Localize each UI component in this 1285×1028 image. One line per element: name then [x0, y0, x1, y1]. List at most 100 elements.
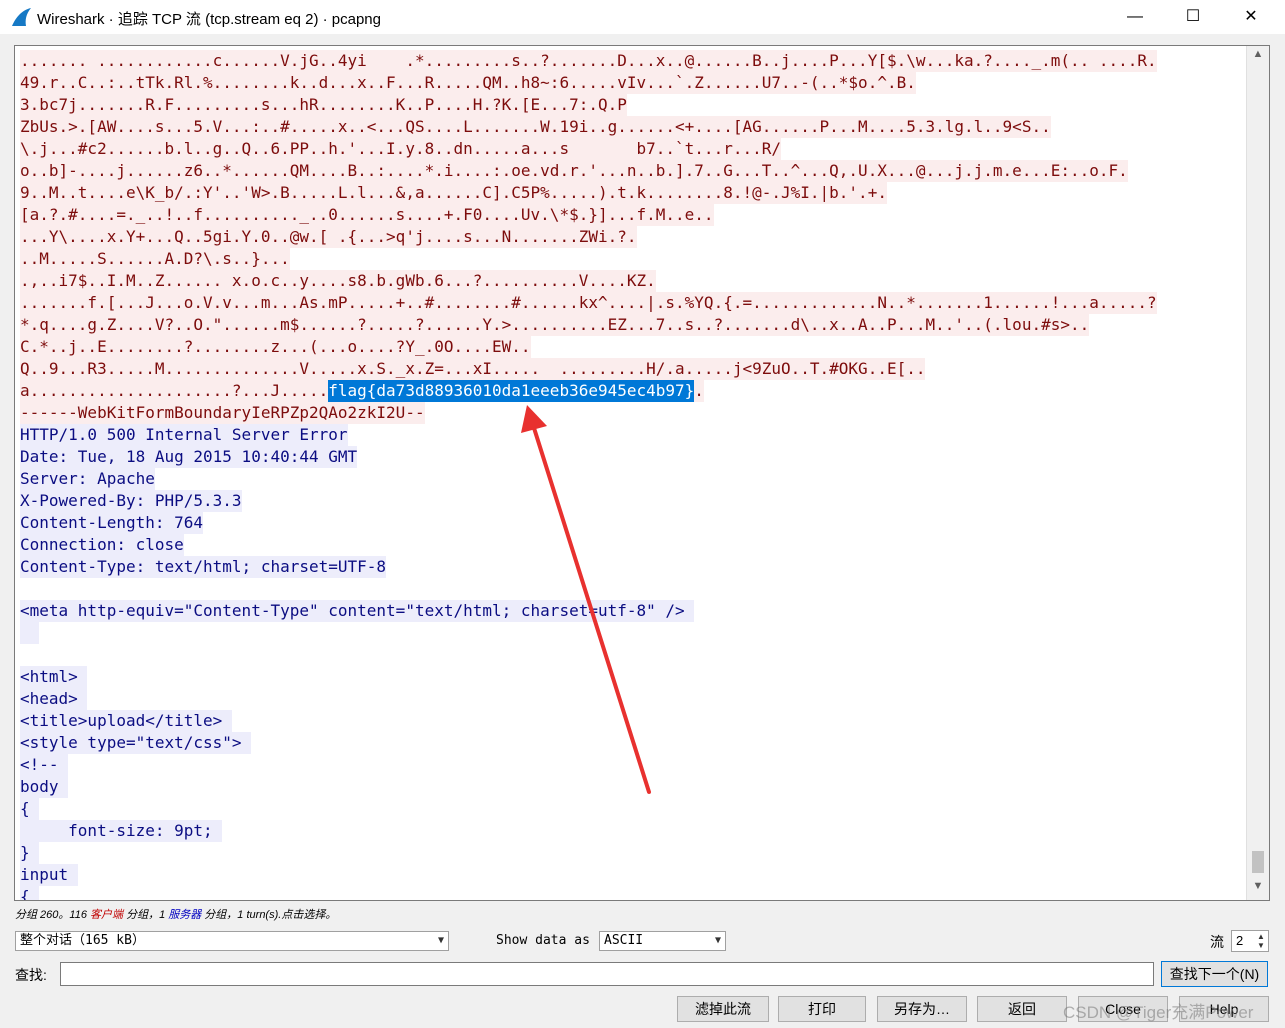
close-window-button[interactable]: ✕	[1222, 0, 1280, 34]
chevron-down-icon: ▼	[437, 935, 444, 946]
stream-line: font-size: 9pt;	[20, 820, 1242, 842]
stream-line: [a.?.#....=._..!..f.........._..0......s…	[20, 204, 1242, 226]
client-data: 9..M..t....e\K_b/.:Y'..'W>.B.....L.l...&…	[20, 182, 887, 204]
server-data: Date: Tue, 18 Aug 2015 10:40:44 GMT	[20, 446, 358, 468]
stream-line: Date: Tue, 18 Aug 2015 10:40:44 GMT	[20, 446, 1242, 468]
client-data: Q..9...R3.....M..............V.....x.S._…	[20, 358, 926, 380]
stream-line: .,..i7$..I.M..Z...... x.o.c..y....s8.b.g…	[20, 270, 1242, 292]
stream-line: {	[20, 886, 1242, 900]
stream-line: {	[20, 798, 1242, 820]
wireshark-fin-icon	[12, 8, 31, 26]
packet-status-text: 分组 260。116 客户端 分组，1 服务器 分组，1 turn(s).点击选…	[15, 906, 336, 922]
server-data: Connection: close	[20, 534, 184, 556]
stream-line: input	[20, 864, 1242, 886]
client-data: 49.r..C..:..tTk.Rl.%........k..d...x..F.…	[20, 72, 916, 94]
scrollbar-thumb[interactable]	[1252, 851, 1264, 873]
stream-line: ....... ............c......V.jG..4yi .*.…	[20, 50, 1242, 72]
server-data: HTTP/1.0 500 Internal Server Error	[20, 424, 348, 446]
stream-line: X-Powered-By: PHP/5.3.3	[20, 490, 1242, 512]
stream-line: HTTP/1.0 500 Internal Server Error	[20, 424, 1242, 446]
save-as-button[interactable]: 另存为…	[877, 996, 967, 1022]
status-part3: 分组，1 turn(s).点击选择。	[201, 909, 337, 921]
stream-line: 49.r..C..:..tTk.Rl.%........k..d...x..F.…	[20, 72, 1242, 94]
stream-line: Content-Length: 764	[20, 512, 1242, 534]
data-format-select[interactable]: ASCII ▼	[599, 931, 726, 951]
chevron-down-icon: ▼	[714, 935, 721, 946]
status-server: 服务器	[168, 909, 202, 921]
client-data: [a.?.#....=._..!..f.........._..0......s…	[20, 204, 714, 226]
server-data	[20, 622, 40, 644]
server-data: Server: Apache	[20, 468, 155, 490]
title-bar: Wireshark · 追踪 TCP 流 (tcp.stream eq 2) ·…	[0, 0, 1285, 34]
scroll-up-arrow-icon[interactable]: ▲	[1247, 48, 1269, 66]
stream-number-value: 2	[1236, 933, 1244, 948]
client-data: ....... ............c......V.jG..4yi .*.…	[20, 50, 1157, 72]
vertical-scrollbar[interactable]: ▲ ▼	[1246, 46, 1269, 900]
server-data: Content-Type: text/html; charset=UTF-8	[20, 556, 387, 578]
stream-line: o..b]-....j......z6..*......QM....B..:..…	[20, 160, 1242, 182]
status-part1: 分组 260。116	[15, 909, 91, 921]
server-data: {	[20, 886, 40, 900]
stream-line: ...Y\....x.Y+...Q..5gi.Y.0..@w.[ .{...>q…	[20, 226, 1242, 248]
conversation-select[interactable]: 整个对话（165 kB） ▼	[15, 931, 449, 951]
flag-selection: flag{da73d88936010da1eeeb36e945ec4b97}	[328, 380, 695, 402]
server-data: body	[20, 776, 69, 798]
stream-line: \.j...#c2......b.l..g..Q..6.PP..h.'...I.…	[20, 138, 1242, 160]
spin-down-icon[interactable]: ▼	[1255, 941, 1267, 950]
server-data: input	[20, 864, 78, 886]
minimize-button[interactable]: —	[1106, 0, 1164, 34]
stream-line: <style type="text/css">	[20, 732, 1242, 754]
stream-line: ------WebKitFormBoundaryIeRPZp2QAo2zkI2U…	[20, 402, 1242, 424]
server-data: Content-Length: 764	[20, 512, 204, 534]
stream-line: Connection: close	[20, 534, 1242, 556]
client-data: ..M.....S......A.D?\.s..}...	[20, 248, 290, 270]
back-button[interactable]: 返回	[977, 996, 1067, 1022]
format-value: ASCII	[604, 933, 644, 948]
server-data: font-size: 9pt;	[20, 820, 223, 842]
server-data: <meta http-equiv="Content-Type" content=…	[20, 600, 695, 622]
client-data: a.....................?...J.....	[20, 380, 329, 402]
client-data: ------WebKitFormBoundaryIeRPZp2QAo2zkI2U…	[20, 402, 425, 424]
stream-line	[20, 622, 1242, 644]
stream-line	[20, 644, 1242, 666]
server-data: <html>	[20, 666, 88, 688]
client-data: \.j...#c2......b.l..g..Q..6.PP..h.'...I.…	[20, 138, 781, 160]
server-data: <style type="text/css">	[20, 732, 252, 754]
find-input[interactable]	[60, 962, 1154, 986]
stream-line: Server: Apache	[20, 468, 1242, 490]
stream-line: Q..9...R3.....M..............V.....x.S._…	[20, 358, 1242, 380]
client-data: ZbUs.>.[AW....s...5.V...:..#.....x..<...…	[20, 116, 1051, 138]
client-data: *.q....g.Z....V?..O."......m$......?....…	[20, 314, 1090, 336]
filter-out-stream-button[interactable]: 滤掉此流	[677, 996, 769, 1022]
server-data: <!--	[20, 754, 69, 776]
stream-line: <meta http-equiv="Content-Type" content=…	[20, 600, 1242, 622]
stream-line: ZbUs.>.[AW....s...5.V...:..#.....x..<...…	[20, 116, 1242, 138]
stream-line: 9..M..t....e\K_b/.:Y'..'W>.B.....L.l...&…	[20, 182, 1242, 204]
stream-content[interactable]: ....... ............c......V.jG..4yi .*.…	[20, 50, 1242, 900]
stream-number-spinbox[interactable]: 2 ▲ ▼	[1231, 930, 1269, 952]
stream-line: <!--	[20, 754, 1242, 776]
stream-line: *.q....g.Z....V?..O."......m$......?....…	[20, 314, 1242, 336]
server-data: }	[20, 842, 40, 864]
client-data: 3.bc7j.......R.F.........s...hR........K…	[20, 94, 627, 116]
stream-line	[20, 578, 1242, 600]
tcp-stream-view[interactable]: ....... ............c......V.jG..4yi .*.…	[14, 45, 1270, 901]
find-next-button[interactable]: 查找下一个(N)	[1161, 961, 1268, 987]
maximize-button[interactable]: ☐	[1164, 0, 1222, 34]
scroll-down-arrow-icon[interactable]: ▼	[1247, 880, 1269, 898]
client-data: o..b]-....j......z6..*......QM....B..:..…	[20, 160, 1128, 182]
server-data: <title>upload</title>	[20, 710, 232, 732]
window-title: Wireshark · 追踪 TCP 流 (tcp.stream eq 2) ·…	[37, 11, 381, 28]
spin-up-icon[interactable]: ▲	[1255, 932, 1267, 941]
client-data: .,..i7$..I.M..Z...... x.o.c..y....s8.b.g…	[20, 270, 656, 292]
stream-label: 流	[1210, 934, 1224, 950]
stream-line: .......f.[...J...o.V.v...m...As.mP.....+…	[20, 292, 1242, 314]
client-data: C.*..j..E........?........z...(...o....?…	[20, 336, 531, 358]
print-button[interactable]: 打印	[778, 996, 866, 1022]
stream-line: body	[20, 776, 1242, 798]
status-client: 客户端	[90, 909, 124, 921]
show-data-as-label: Show data as	[496, 933, 590, 948]
stream-line: ..M.....S......A.D?\.s..}...	[20, 248, 1242, 270]
client-data: ...Y\....x.Y+...Q..5gi.Y.0..@w.[ .{...>q…	[20, 226, 637, 248]
stream-line: <title>upload</title>	[20, 710, 1242, 732]
